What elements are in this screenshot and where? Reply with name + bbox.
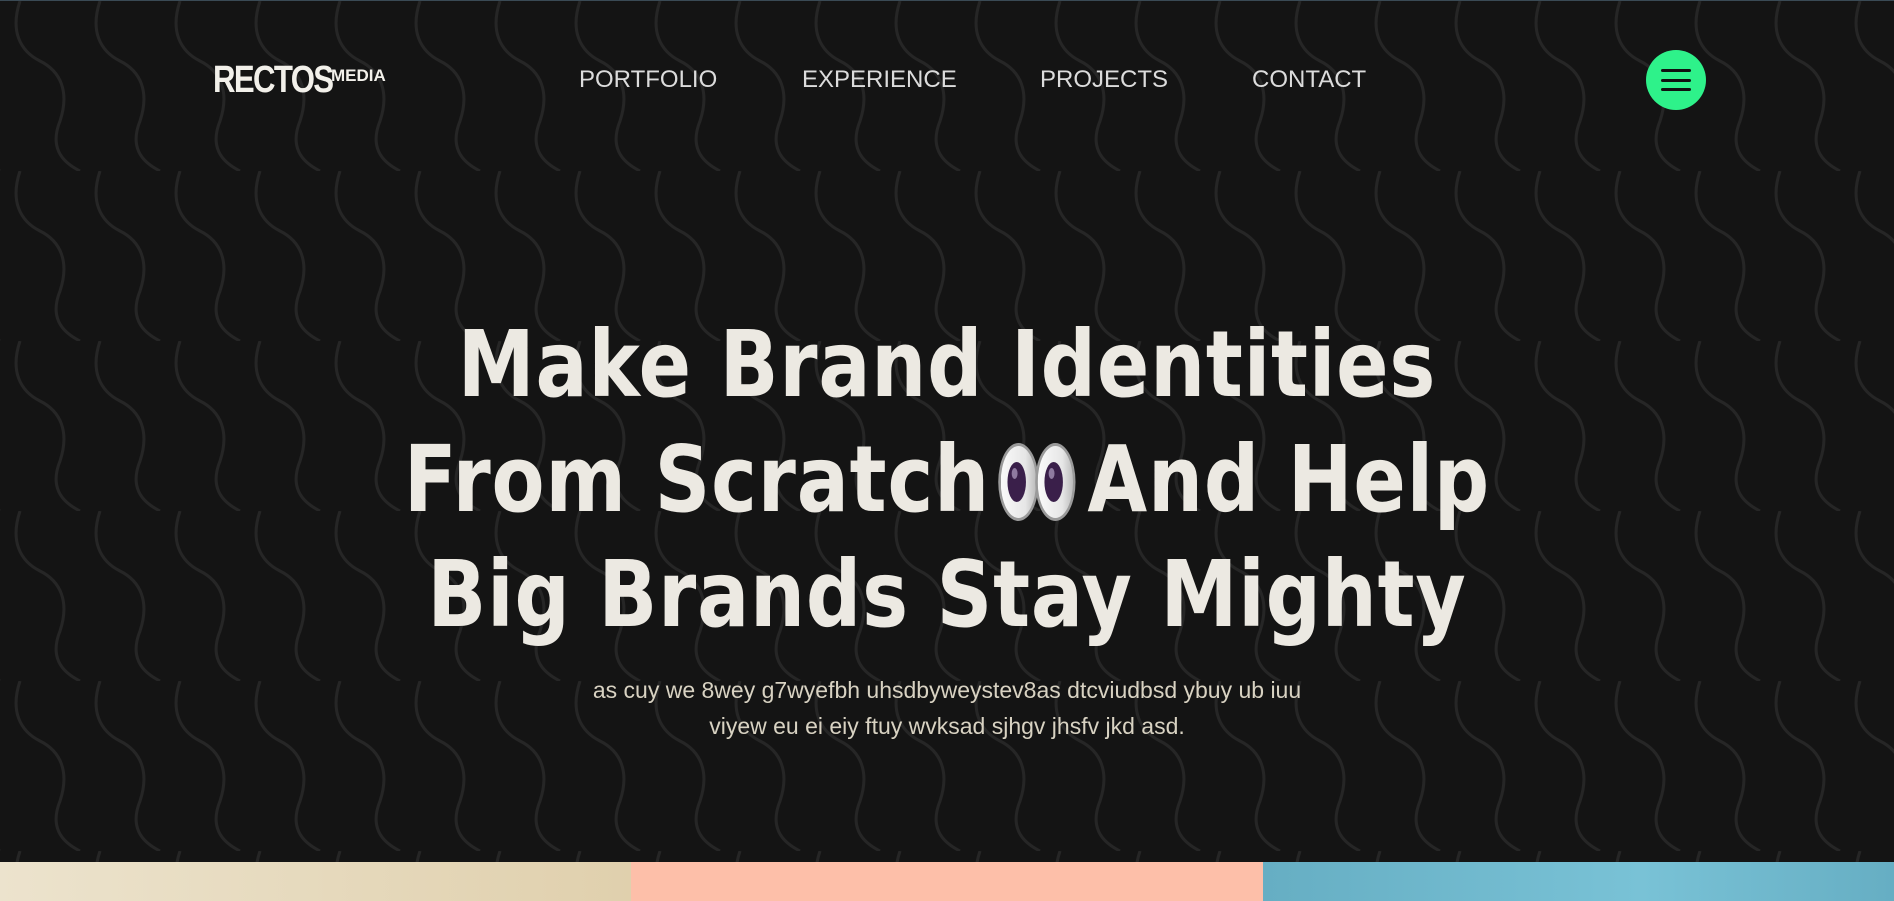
- hero-headline-line-3: Big Brands Stay Mighty: [427, 541, 1467, 648]
- main-nav: PORTFOLIO EXPERIENCE PROJECTS CONTACT: [0, 65, 1894, 95]
- nav-link-contact[interactable]: CONTACT: [1252, 65, 1366, 95]
- hero-headline: Make Brand Identities From Scratch And He…: [0, 307, 1894, 652]
- hero-headline-line-2-start: From Scratch: [403, 426, 990, 533]
- hero-headline-line-2: From Scratch And Help: [152, 422, 1743, 537]
- nav-link-portfolio[interactable]: PORTFOLIO: [579, 65, 717, 95]
- color-strips: [0, 862, 1894, 901]
- hero-subtitle-line-2: viyew eu ei eiy ftuy wvksad sjhgv jhsfv …: [709, 713, 1185, 739]
- hamburger-menu-icon: [1661, 69, 1691, 91]
- hero-headline-line-1: Make Brand Identities: [457, 311, 1437, 418]
- color-strip-blue: [1262, 862, 1894, 901]
- menu-button[interactable]: [1646, 50, 1706, 110]
- color-strip-peach: [631, 862, 1263, 901]
- nav-link-experience[interactable]: EXPERIENCE: [802, 65, 957, 95]
- color-strip-cream: [0, 862, 632, 901]
- hero-subtitle-line-1: as cuy we 8wey g7wyefbh uhsdbyweystev8as…: [592, 677, 1302, 703]
- page: RECTOS MEDIA PORTFOLIO EXPERIENCE PROJEC…: [0, 0, 1894, 901]
- hero-headline-line-2-end: And Help: [1087, 426, 1491, 533]
- nav-link-projects[interactable]: PROJECTS: [1040, 65, 1168, 95]
- hero-subtitle: as cuy we 8wey g7wyefbh uhsdbyweystev8as…: [0, 672, 1894, 744]
- eyes-emoji-icon: [998, 443, 1079, 521]
